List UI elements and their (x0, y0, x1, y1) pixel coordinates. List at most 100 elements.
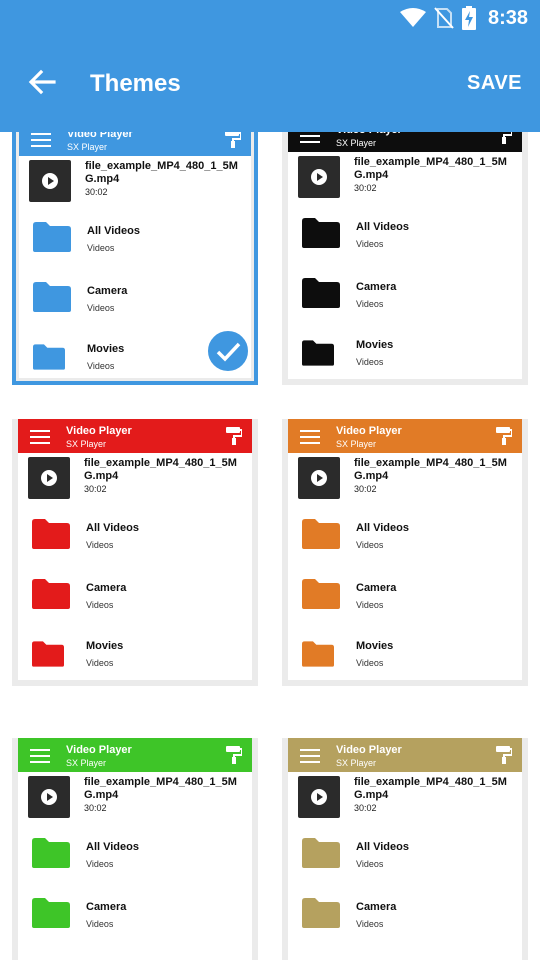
preview-toolbar: Video Player SX Player (18, 738, 252, 772)
folder-icon (302, 641, 334, 667)
list-item-folder: MoviesVideos (288, 956, 522, 960)
theme-preview: Video Player SX Player file_example_MP4_48… (18, 738, 252, 960)
folder-label: All Videos (356, 221, 409, 233)
folder-icon (32, 838, 70, 868)
file-duration: 30:02 (354, 183, 377, 193)
file-duration: 30:02 (84, 803, 107, 813)
play-icon (42, 173, 58, 189)
list-item-folder: Camera Videos (288, 579, 522, 613)
preview-title: Video Player (336, 744, 402, 756)
folder-label: Movies (356, 640, 394, 652)
menu-icon (30, 430, 50, 444)
folder-label: Camera (87, 285, 128, 297)
preview-subtitle: SX Player (336, 138, 377, 148)
folder-label: All Videos (356, 522, 409, 534)
theme-card-khaki[interactable]: Video Player SX Player file_example_MP4_48… (282, 738, 528, 960)
folder-subtitle: Videos (87, 243, 115, 253)
folder-icon (33, 344, 65, 370)
theme-card-blue[interactable]: Video Player SX Player file_example_MP4_48… (12, 132, 258, 385)
menu-icon (300, 135, 320, 143)
folder-icon (302, 340, 334, 366)
back-arrow-icon[interactable] (24, 64, 60, 100)
preview-toolbar: Video Player SX Player (288, 738, 522, 772)
preview-toolbar: Video Player SX Player (18, 419, 252, 453)
folder-label: Camera (356, 582, 397, 594)
theme-card-green[interactable]: Video Player SX Player file_example_MP4_48… (12, 738, 258, 960)
folder-label: All Videos (86, 522, 139, 534)
folder-label: All Videos (86, 841, 139, 853)
file-name: file_example_MP4_480_1_5MG.mp4 (85, 160, 238, 185)
list-item-video: file_example_MP4_480_1_5MG.mp4 30:02 (288, 156, 522, 202)
wifi-icon (399, 8, 426, 27)
menu-icon (300, 749, 320, 763)
play-icon (311, 169, 327, 185)
list-item-folder: All Videos Videos (18, 519, 252, 553)
preview-subtitle: SX Player (336, 439, 377, 449)
paint-roller-icon (502, 132, 512, 144)
play-icon (311, 470, 327, 486)
file-name: file_example_MP4_480_1_5MG.mp4 (354, 156, 507, 181)
folder-icon (32, 579, 70, 609)
preview-title: Video Player (66, 425, 132, 437)
video-thumbnail (298, 457, 340, 499)
list-item-video: file_example_MP4_480_1_5MG.mp4 30:02 (288, 457, 522, 503)
list-item-folder: Camera Videos (288, 898, 522, 932)
folder-subtitle: Videos (356, 239, 384, 249)
video-thumbnail (29, 160, 71, 202)
folder-icon (302, 278, 340, 308)
paint-roller-icon (225, 132, 241, 148)
list-item-video: file_example_MP4_480_1_5MG.mp4 30:02 (288, 776, 522, 822)
video-thumbnail (298, 156, 340, 198)
file-duration: 30:02 (354, 803, 377, 813)
status-bar: 8:38 (0, 0, 540, 36)
folder-label: Movies (356, 339, 394, 351)
theme-preview: Video Player SX Player file_example_MP4_48… (288, 419, 522, 680)
selected-check-icon (206, 329, 250, 373)
preview-toolbar: Video Player SX Player (288, 132, 522, 152)
play-icon (41, 470, 57, 486)
folder-subtitle: Videos (356, 658, 384, 668)
folder-label: Camera (86, 582, 127, 594)
paint-roller-icon (496, 746, 512, 764)
theme-preview: Video Player SX Player file_example_MP4_48… (288, 738, 522, 960)
folder-subtitle: Videos (87, 303, 115, 313)
folder-subtitle: Videos (86, 658, 114, 668)
folder-icon (32, 519, 70, 549)
list-item-video: file_example_MP4_480_1_5MG.mp4 30:02 (18, 457, 252, 503)
menu-icon (30, 749, 50, 763)
folder-icon (32, 641, 64, 667)
menu-icon (300, 430, 320, 444)
list-item-folder: Camera Videos (18, 579, 252, 613)
folder-subtitle: Videos (86, 600, 114, 610)
folder-subtitle: Videos (356, 299, 384, 309)
preview-title: Video Player (67, 132, 133, 140)
list-item-folder: Camera Videos (288, 278, 522, 312)
paint-roller-icon (226, 746, 242, 764)
paint-roller-icon (226, 427, 242, 445)
save-button[interactable]: SAVE (467, 72, 522, 95)
theme-card-red[interactable]: Video Player SX Player file_example_MP4_48… (12, 419, 258, 686)
folder-icon (32, 898, 70, 928)
paint-roller-icon (496, 427, 512, 445)
folder-label: Camera (356, 901, 397, 913)
preview-toolbar: Video Player SX Player (288, 419, 522, 453)
page-title: Themes (90, 70, 181, 97)
folder-subtitle: Videos (356, 540, 384, 550)
list-item-folder: All Videos Videos (288, 218, 522, 252)
list-item-folder: Camera Videos (19, 282, 251, 316)
theme-card-orange[interactable]: Video Player SX Player file_example_MP4_48… (282, 419, 528, 686)
folder-subtitle: Videos (86, 919, 114, 929)
menu-icon (31, 133, 51, 147)
list-item-video: file_example_MP4_480_1_5MG.mp4 30:02 (18, 776, 252, 822)
folder-icon (302, 519, 340, 549)
folder-subtitle: Videos (356, 919, 384, 929)
play-icon (311, 789, 327, 805)
theme-grid: Video Player SX Player file_example_MP4_48… (0, 132, 540, 960)
file-name: file_example_MP4_480_1_5MG.mp4 (84, 457, 237, 482)
folder-icon (302, 898, 340, 928)
preview-title: Video Player (336, 425, 402, 437)
file-name: file_example_MP4_480_1_5MG.mp4 (84, 776, 237, 801)
folder-icon (33, 222, 71, 252)
preview-title: Video Player (336, 132, 402, 136)
theme-card-black[interactable]: Video Player SX Player file_example_MP4_48… (282, 132, 528, 385)
